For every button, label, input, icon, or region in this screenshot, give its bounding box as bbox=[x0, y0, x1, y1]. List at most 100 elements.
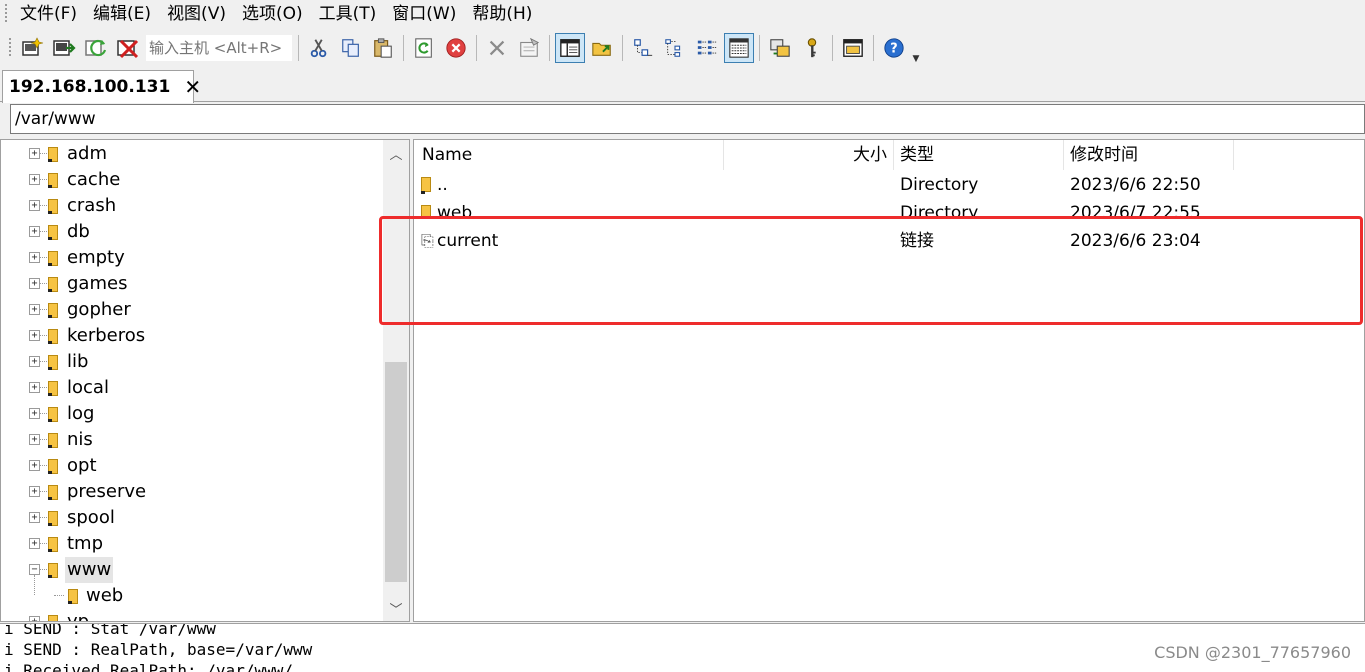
menu-options[interactable]: 选项(O) bbox=[234, 0, 311, 28]
toolbar-separator bbox=[832, 34, 833, 61]
tree-item[interactable]: + games bbox=[1, 271, 383, 297]
expand-icon[interactable]: + bbox=[29, 148, 40, 159]
tree-scrollbar[interactable]: ︿ ﹀ bbox=[383, 140, 409, 621]
menu-view[interactable]: 视图(V) bbox=[159, 0, 234, 28]
tree-item-label: adm bbox=[67, 143, 107, 164]
file-row[interactable]: web Directory 2023/6/7 22:55 bbox=[414, 199, 1364, 217]
folder-icon bbox=[48, 355, 58, 370]
tree-item-label: log bbox=[67, 403, 95, 424]
tree-item[interactable]: + cache bbox=[1, 167, 383, 193]
tree-item-selected[interactable]: − www bbox=[1, 557, 383, 595]
menu-window[interactable]: 窗口(W) bbox=[384, 0, 464, 28]
help-button[interactable]: ? bbox=[879, 33, 909, 63]
session-tab[interactable]: 192.168.100.131 ✕ bbox=[2, 70, 201, 103]
scroll-up-icon[interactable]: ︿ bbox=[383, 142, 409, 164]
expand-icon[interactable]: + bbox=[29, 460, 40, 471]
list-view-button[interactable] bbox=[692, 33, 722, 63]
tree-connector bbox=[40, 543, 47, 544]
link-icon: ⎘ bbox=[421, 231, 434, 250]
file-row[interactable]: ⎘ current 链接 2023/6/6 23:04 bbox=[414, 227, 1364, 255]
column-header-name[interactable]: Name bbox=[414, 140, 724, 170]
delete-button[interactable] bbox=[482, 33, 512, 63]
expand-icon[interactable]: + bbox=[29, 434, 40, 445]
key-button[interactable] bbox=[797, 33, 827, 63]
tree-item-label: kerberos bbox=[67, 325, 146, 346]
expand-icon[interactable]: + bbox=[29, 252, 40, 263]
tree-connector bbox=[40, 387, 47, 388]
tree-item[interactable]: + lib bbox=[1, 349, 383, 375]
new-session-button[interactable] bbox=[17, 33, 47, 63]
expand-icon[interactable]: + bbox=[29, 174, 40, 185]
column-header-type[interactable]: 类型 bbox=[894, 140, 1064, 170]
close-tab-icon[interactable]: ✕ bbox=[184, 77, 201, 97]
stop-button[interactable] bbox=[441, 33, 471, 63]
copy-button[interactable] bbox=[336, 33, 366, 63]
large-icons-button[interactable] bbox=[628, 33, 658, 63]
expand-icon[interactable]: + bbox=[29, 330, 40, 341]
tree-connector bbox=[40, 361, 47, 362]
details-view-button[interactable] bbox=[724, 32, 754, 63]
tree-connector bbox=[40, 465, 47, 466]
tree-item[interactable]: + nis bbox=[1, 427, 383, 453]
tree-item[interactable]: + db bbox=[1, 219, 383, 245]
menu-tools[interactable]: 工具(T) bbox=[311, 0, 385, 28]
expand-icon[interactable]: + bbox=[29, 356, 40, 367]
folder-icon bbox=[48, 277, 58, 292]
session-manager-button[interactable] bbox=[838, 33, 868, 63]
tree-item[interactable]: + log bbox=[1, 401, 383, 427]
tree-item[interactable]: + adm bbox=[1, 141, 383, 167]
cut-button[interactable] bbox=[304, 33, 334, 63]
expand-icon[interactable]: + bbox=[29, 486, 40, 497]
tree-item[interactable]: + empty bbox=[1, 245, 383, 271]
menu-help[interactable]: 帮助(H) bbox=[464, 0, 540, 28]
tree-item[interactable]: + preserve bbox=[1, 479, 383, 505]
folder-icon bbox=[48, 225, 58, 240]
properties-button[interactable] bbox=[514, 33, 544, 63]
expand-icon[interactable]: + bbox=[29, 538, 40, 549]
menu-edit[interactable]: 编辑(E) bbox=[85, 0, 159, 28]
small-icons-button[interactable] bbox=[660, 33, 690, 63]
expand-icon[interactable]: + bbox=[29, 616, 40, 621]
tree-item[interactable]: + tmp bbox=[1, 531, 383, 557]
scrollbar-thumb[interactable] bbox=[385, 362, 407, 582]
tree-item[interactable]: + spool bbox=[1, 505, 383, 531]
tree-item[interactable]: + opt bbox=[1, 453, 383, 479]
expand-icon[interactable]: + bbox=[29, 408, 40, 419]
toolbar-separator bbox=[622, 34, 623, 61]
host-input[interactable] bbox=[146, 34, 292, 61]
disconnect-icon bbox=[117, 39, 139, 58]
log-line: i SEND : Stat /var/www bbox=[4, 623, 216, 638]
tree-item[interactable]: + local bbox=[1, 375, 383, 401]
expand-icon[interactable]: + bbox=[29, 382, 40, 393]
file-row[interactable]: .. Directory 2023/6/6 22:50 bbox=[414, 171, 1364, 199]
tree-item[interactable]: + crash bbox=[1, 193, 383, 219]
upload-folder-button[interactable] bbox=[587, 33, 617, 63]
scroll-down-icon[interactable]: ﹀ bbox=[383, 597, 409, 619]
small-icons-icon bbox=[665, 38, 681, 57]
toolbar-overflow-chevron-icon[interactable]: ▼ bbox=[910, 32, 922, 64]
path-input[interactable] bbox=[11, 105, 1364, 133]
split-view-button[interactable] bbox=[555, 32, 585, 63]
tree-child-item[interactable]: web bbox=[1, 583, 383, 609]
tree-item[interactable]: + gopher bbox=[1, 297, 383, 323]
menu-grip[interactable] bbox=[2, 4, 12, 24]
collapse-icon[interactable]: − bbox=[29, 564, 40, 575]
disconnect-button[interactable] bbox=[113, 33, 143, 63]
connect-button[interactable] bbox=[49, 33, 79, 63]
expand-icon[interactable]: + bbox=[29, 278, 40, 289]
toolbar-grip[interactable] bbox=[6, 37, 16, 58]
folder-icon bbox=[421, 177, 432, 194]
column-header-modified[interactable]: 修改时间 bbox=[1064, 140, 1234, 170]
expand-icon[interactable]: + bbox=[29, 304, 40, 315]
tree-item[interactable]: + yp bbox=[1, 609, 383, 621]
tree-item[interactable]: + kerberos bbox=[1, 323, 383, 349]
refresh-button[interactable] bbox=[409, 33, 439, 63]
column-header-size[interactable]: 大小 bbox=[724, 140, 894, 170]
paste-button[interactable] bbox=[368, 33, 398, 63]
menu-file[interactable]: 文件(F) bbox=[12, 0, 85, 28]
expand-icon[interactable]: + bbox=[29, 200, 40, 211]
expand-icon[interactable]: + bbox=[29, 226, 40, 237]
reconnect-button[interactable] bbox=[81, 33, 111, 63]
expand-icon[interactable]: + bbox=[29, 512, 40, 523]
sync-button[interactable] bbox=[765, 33, 795, 63]
